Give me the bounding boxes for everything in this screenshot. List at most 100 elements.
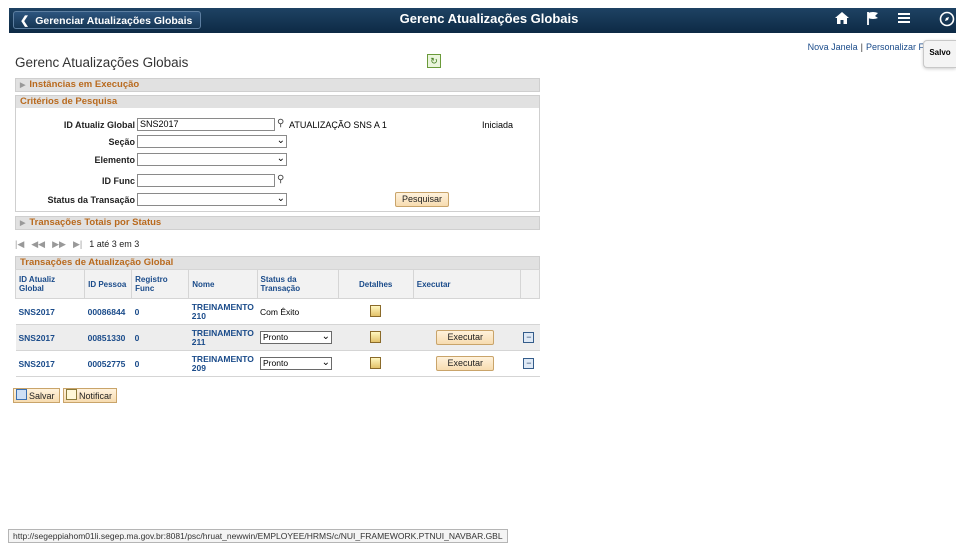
name-link[interactable]: TREINAMENTO 210 bbox=[192, 302, 254, 321]
employee-id-label: ID Func bbox=[102, 176, 135, 186]
totals-section-label: Transações Totais por Status bbox=[29, 217, 162, 228]
execute-button[interactable]: Executar bbox=[436, 356, 495, 371]
name-link[interactable]: TREINAMENTO 209 bbox=[192, 354, 254, 373]
cell-name[interactable]: TREINAMENTO 210 bbox=[188, 298, 258, 325]
name-link[interactable]: TREINAMENTO 211 bbox=[192, 328, 254, 347]
transaction-status-select[interactable]: ⌄ bbox=[137, 193, 287, 206]
col-details[interactable]: Detalhes bbox=[337, 269, 414, 299]
home-icon[interactable] bbox=[832, 11, 852, 29]
person-id-link[interactable]: 00851330 bbox=[88, 333, 126, 343]
cell-person-id[interactable]: 00086844 bbox=[84, 298, 132, 325]
notify-button[interactable]: Notificar bbox=[63, 388, 118, 403]
personalize-link[interactable]: Personalizar F bbox=[866, 42, 924, 52]
first-page-icon[interactable]: |◀ bbox=[15, 239, 24, 249]
banner-title: Gerenc Atualizações Globais bbox=[399, 11, 579, 26]
previous-page-icon[interactable]: ◀◀ bbox=[31, 239, 45, 249]
cell-global-id[interactable]: SNS2017 bbox=[15, 324, 85, 351]
execute-button[interactable]: Executar bbox=[436, 330, 495, 345]
record-link[interactable]: 0 bbox=[135, 359, 140, 369]
page-title: Gerenc Atualizações Globais bbox=[15, 55, 189, 70]
global-update-id-field[interactable]: SNS2017 bbox=[137, 118, 275, 131]
chevron-left-icon: ❮ bbox=[20, 15, 30, 27]
cell-person-id[interactable]: 00052775 bbox=[84, 350, 132, 377]
status-select[interactable]: Pronto ⌄ bbox=[260, 331, 333, 344]
delete-row-icon[interactable]: − bbox=[523, 332, 535, 343]
save-icon bbox=[16, 389, 27, 400]
cell-execute[interactable]: Executar bbox=[413, 324, 521, 351]
navbar-icon[interactable] bbox=[937, 11, 956, 29]
status-select[interactable]: Pronto ⌄ bbox=[260, 357, 333, 370]
flag-icon[interactable] bbox=[863, 11, 883, 29]
delete-row-icon[interactable]: − bbox=[523, 358, 535, 369]
table-row: SNS2017 00052775 0 TREINAMENTO 209 Pront… bbox=[15, 350, 540, 377]
lookup-icon[interactable]: ⚲ bbox=[277, 174, 284, 185]
person-id-link[interactable]: 00052775 bbox=[88, 359, 126, 369]
col-execute[interactable]: Executar bbox=[412, 269, 521, 299]
collapsed-triangle-icon: ▶ bbox=[20, 220, 26, 227]
cell-name[interactable]: TREINAMENTO 209 bbox=[188, 350, 258, 377]
person-id-link[interactable]: 00086844 bbox=[88, 307, 126, 317]
cell-record[interactable]: 0 bbox=[131, 298, 189, 325]
employee-id-field[interactable] bbox=[137, 174, 275, 187]
menu-icon[interactable] bbox=[894, 11, 914, 29]
chevron-down-icon: ⌄ bbox=[321, 357, 331, 368]
col-person-id[interactable]: ID Pessoa bbox=[84, 269, 133, 299]
record-link[interactable]: 0 bbox=[135, 307, 140, 317]
window-links: Nova Janela | Personalizar F bbox=[808, 42, 924, 52]
back-button[interactable]: ❮ Gerenciar Atualizações Globais bbox=[13, 11, 202, 29]
cell-details[interactable] bbox=[338, 324, 414, 351]
cell-status[interactable]: Pronto ⌄ bbox=[257, 324, 339, 351]
banner: ❮ Gerenciar Atualizações Globais Gerenc A… bbox=[9, 8, 956, 33]
cell-status: Com Êxito bbox=[257, 298, 339, 325]
cell-name[interactable]: TREINAMENTO 211 bbox=[188, 324, 258, 351]
cell-action[interactable]: − bbox=[520, 350, 540, 377]
envelope-icon bbox=[66, 389, 77, 400]
new-window-link[interactable]: Nova Janela bbox=[808, 42, 858, 52]
cell-execute bbox=[413, 298, 521, 325]
cell-details[interactable] bbox=[338, 350, 414, 377]
details-icon[interactable] bbox=[370, 356, 382, 369]
page-count: 1 até 3 em 3 bbox=[89, 239, 140, 249]
details-icon[interactable] bbox=[370, 330, 382, 343]
global-id-link[interactable]: SNS2017 bbox=[19, 333, 55, 343]
col-record[interactable]: Registro Func bbox=[131, 269, 190, 299]
search-button[interactable]: Pesquisar bbox=[395, 192, 449, 207]
cell-global-id[interactable]: SNS2017 bbox=[15, 350, 85, 377]
global-update-id-label: ID Atualiz Global bbox=[63, 120, 135, 130]
cell-record[interactable]: 0 bbox=[131, 350, 189, 377]
cell-details[interactable] bbox=[338, 298, 414, 325]
col-name[interactable]: Nome bbox=[188, 269, 258, 299]
cell-execute[interactable]: Executar bbox=[413, 350, 521, 377]
next-page-icon[interactable]: ▶▶ bbox=[52, 239, 66, 249]
cell-person-id[interactable]: 00851330 bbox=[84, 324, 132, 351]
cell-global-id[interactable]: SNS2017 bbox=[15, 298, 85, 325]
refresh-icon[interactable]: ↻ bbox=[427, 54, 441, 68]
cell-action[interactable]: − bbox=[520, 324, 540, 351]
cell-record[interactable]: 0 bbox=[131, 324, 189, 351]
saved-tab[interactable]: Salvo bbox=[923, 40, 956, 68]
save-button[interactable]: Salvar bbox=[13, 388, 60, 403]
status-select-value: Pronto bbox=[263, 332, 289, 342]
global-update-status: Iniciada bbox=[482, 120, 514, 130]
table-row: SNS2017 00851330 0 TREINAMENTO 211 Pront… bbox=[15, 324, 540, 351]
cell-status[interactable]: Pronto ⌄ bbox=[257, 350, 339, 377]
col-status[interactable]: Status da Transação bbox=[256, 269, 339, 299]
last-page-icon[interactable]: ▶| bbox=[73, 239, 82, 249]
global-id-link[interactable]: SNS2017 bbox=[19, 359, 55, 369]
totals-section-header[interactable]: ▶ Transações Totais por Status bbox=[15, 216, 540, 230]
details-icon[interactable] bbox=[370, 304, 382, 317]
element-select[interactable]: ⌄ bbox=[137, 153, 287, 166]
status-bar-url: http://segeppiahom01li.segep.ma.gov.br:8… bbox=[8, 529, 508, 543]
instances-section-header[interactable]: ▶ Instâncias em Execução bbox=[15, 78, 540, 92]
col-global-id[interactable]: ID Atualiz Global bbox=[14, 269, 86, 299]
instances-section-label: Instâncias em Execução bbox=[29, 79, 140, 90]
lookup-icon[interactable]: ⚲ bbox=[277, 118, 284, 129]
global-id-link[interactable]: SNS2017 bbox=[19, 307, 55, 317]
record-link[interactable]: 0 bbox=[135, 333, 140, 343]
collapsed-triangle-icon: ▶ bbox=[20, 82, 26, 89]
chevron-down-icon: ⌄ bbox=[276, 153, 285, 164]
transactions-grid: ID Atualiz Global ID Pessoa Registro Fun… bbox=[14, 269, 541, 377]
section-select[interactable]: ⌄ bbox=[137, 135, 287, 148]
status-text: Com Êxito bbox=[260, 306, 300, 317]
cell-action bbox=[520, 298, 540, 325]
